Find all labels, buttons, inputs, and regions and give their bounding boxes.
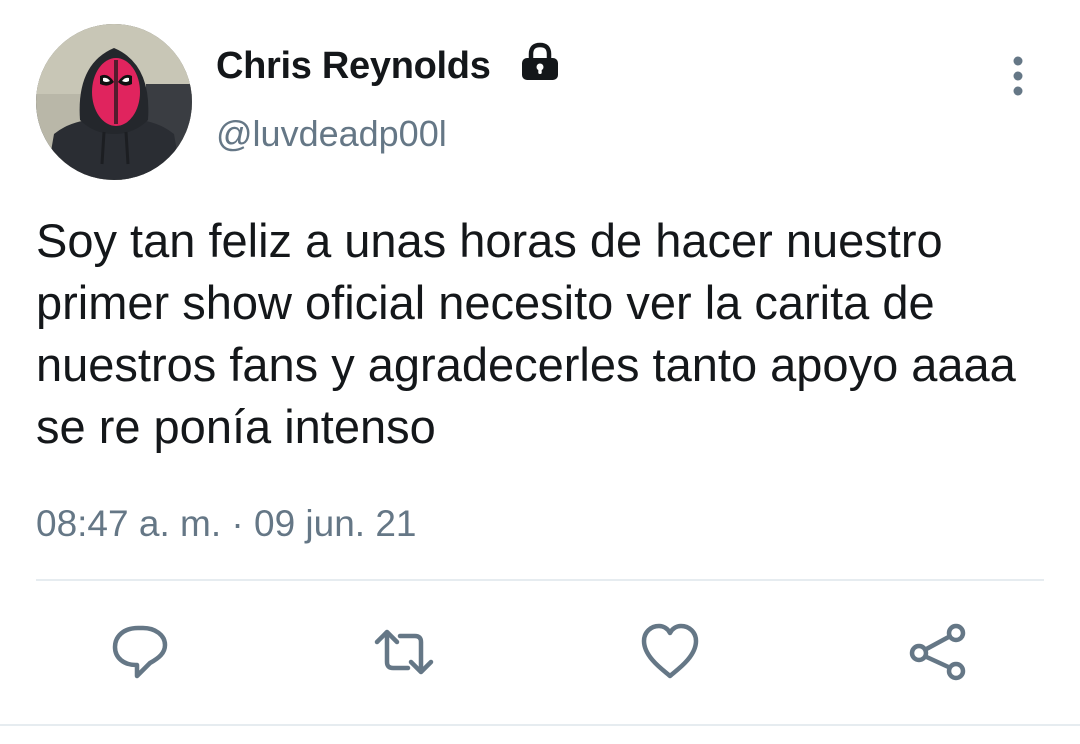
reply-button[interactable] bbox=[110, 622, 170, 682]
divider bbox=[36, 579, 1044, 581]
display-name[interactable]: Chris Reynolds bbox=[216, 44, 491, 88]
heart-icon bbox=[641, 623, 699, 679]
share-button[interactable] bbox=[906, 622, 966, 682]
timestamp[interactable]: 08:47 a. m. · 09 jun. 21 bbox=[36, 500, 417, 548]
lock-icon bbox=[518, 40, 562, 84]
more-vertical-icon[interactable] bbox=[998, 52, 1038, 100]
retweet-icon bbox=[374, 629, 434, 675]
tweet-text: Soy tan feliz a unas horas de hacer nues… bbox=[36, 214, 1016, 453]
share-icon bbox=[909, 623, 966, 681]
reply-icon bbox=[112, 625, 168, 679]
like-button[interactable] bbox=[640, 622, 700, 682]
avatar[interactable] bbox=[36, 24, 192, 180]
retweet-button[interactable] bbox=[374, 622, 434, 682]
handle[interactable]: @luvdeadp00l bbox=[216, 112, 447, 156]
bottom-divider bbox=[0, 724, 1080, 726]
